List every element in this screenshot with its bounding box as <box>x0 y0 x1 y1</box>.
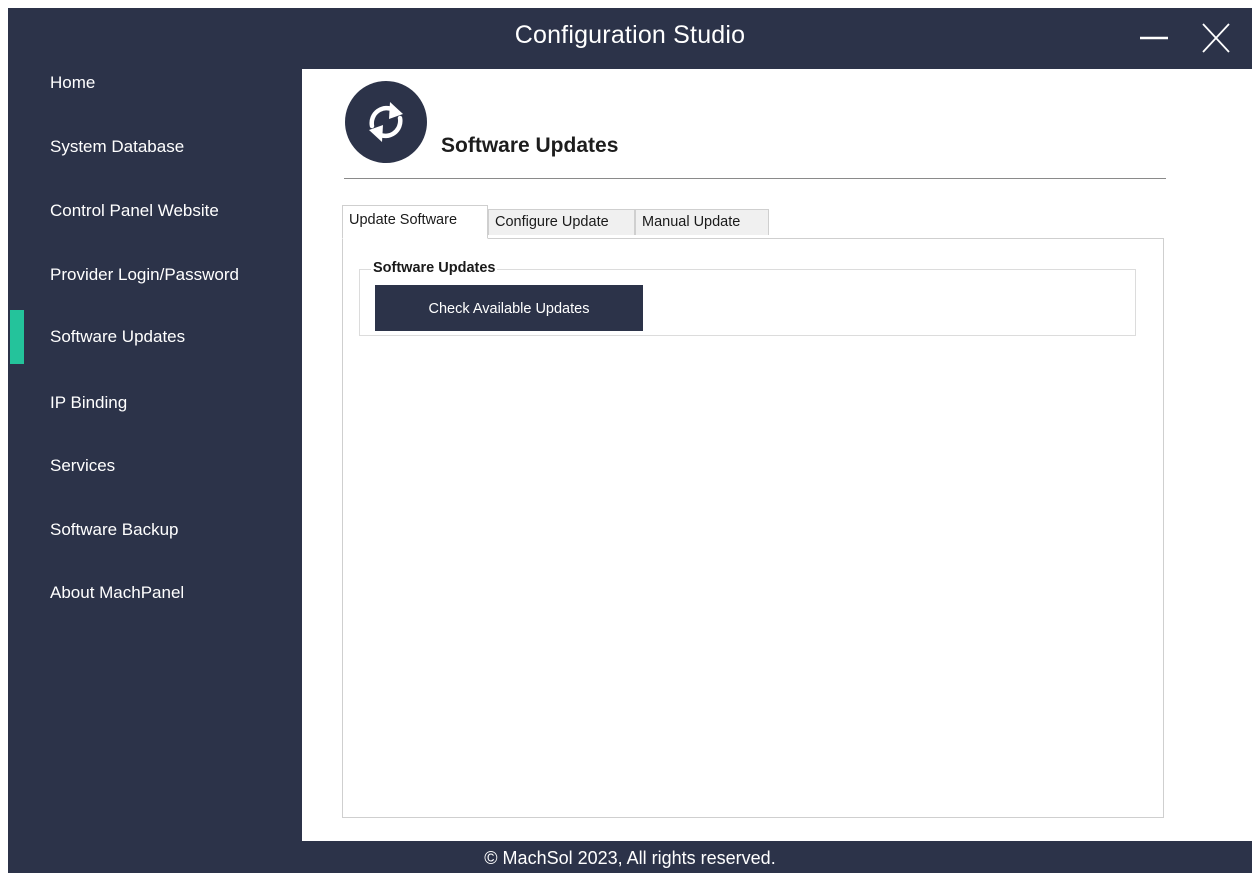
groupbox-title: Software Updates <box>371 260 498 276</box>
app-window: Configuration Studio Home System Databas… <box>8 8 1252 873</box>
tab-panel-update-software: Software Updates Check Available Updates <box>342 238 1164 818</box>
sidebar-item-system-database[interactable]: System Database <box>8 122 300 172</box>
sidebar-item-label: IP Binding <box>50 393 128 412</box>
sidebar-item-software-updates[interactable]: Software Updates <box>8 310 300 364</box>
sidebar-item-label: Provider Login/Password <box>50 265 239 284</box>
sidebar-item-software-backup[interactable]: Software Backup <box>8 505 300 555</box>
close-icon <box>1202 23 1230 53</box>
sidebar-item-provider-login-password[interactable]: Provider Login/Password <box>8 250 300 300</box>
sidebar-item-about-machpanel[interactable]: About MachPanel <box>8 568 300 618</box>
close-button[interactable] <box>1196 18 1236 58</box>
main-content: Software Updates Update Software Configu… <box>302 69 1252 841</box>
sidebar-item-label: About MachPanel <box>50 583 185 602</box>
footer-copyright: © MachSol 2023, All rights reserved. <box>484 848 776 868</box>
check-available-updates-button[interactable]: Check Available Updates <box>375 285 643 331</box>
sidebar-item-ip-binding[interactable]: IP Binding <box>8 378 300 428</box>
software-updates-groupbox: Software Updates Check Available Updates <box>359 260 1136 336</box>
sidebar-item-control-panel-website[interactable]: Control Panel Website <box>8 186 300 236</box>
tab-configure-update[interactable]: Configure Update <box>488 209 635 235</box>
sidebar-item-home[interactable]: Home <box>8 58 300 108</box>
sync-icon <box>345 81 427 163</box>
page-title: Software Updates <box>441 134 619 157</box>
sidebar-item-label: Home <box>50 73 96 92</box>
sidebar-item-label: Software Updates <box>50 327 186 346</box>
minimize-button[interactable] <box>1134 18 1174 58</box>
tab-update-software[interactable]: Update Software <box>342 205 488 239</box>
sidebar-item-label: Control Panel Website <box>50 201 219 220</box>
header-divider <box>344 178 1166 179</box>
window-title: Configuration Studio <box>514 21 746 49</box>
sidebar-item-label: Services <box>50 456 116 475</box>
sidebar-item-label: Software Backup <box>50 520 179 539</box>
tab-manual-update[interactable]: Manual Update <box>635 209 769 235</box>
minimize-icon <box>1140 36 1168 40</box>
selected-indicator <box>10 310 24 364</box>
sidebar: Home System Database Control Panel Websi… <box>8 68 300 843</box>
sidebar-item-label: System Database <box>50 137 185 156</box>
sidebar-item-services[interactable]: Services <box>8 441 300 491</box>
